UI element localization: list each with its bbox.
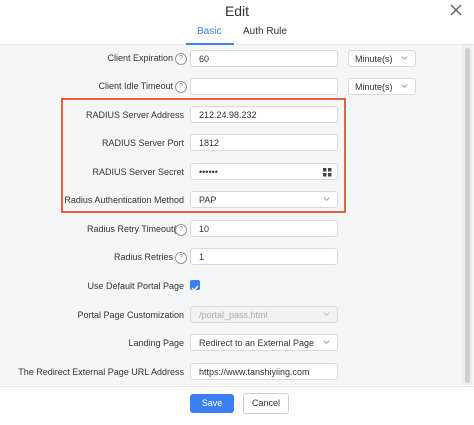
redirect-url-label: The Redirect External Page URL Address (18, 367, 184, 377)
scrollbar-thumb[interactable] (465, 48, 470, 383)
client-expiration-input[interactable]: 60 (190, 50, 338, 67)
radius-retries-input[interactable]: 1 (190, 248, 338, 265)
radius-auth-method-select[interactable]: PAP (190, 191, 338, 208)
chevron-down-icon (323, 197, 330, 202)
portal-customization-value: /portal_pass.html (199, 310, 268, 320)
dialog-footer (0, 386, 474, 425)
help-icon[interactable]: ? (175, 224, 187, 236)
dialog-title: Edit (224, 3, 250, 19)
tab-basic[interactable]: Basic (197, 26, 221, 37)
client-idle-timeout-label: Client Idle Timeout (98, 81, 173, 91)
radius-server-address-input[interactable]: 212.24.98.232 (190, 106, 338, 123)
radius-retries-label: Radius Retries (113, 252, 173, 262)
client-expiration-label: Client Expiration (107, 53, 173, 63)
save-button[interactable]: Save (190, 394, 234, 413)
check-icon (191, 285, 199, 292)
help-icon[interactable]: ? (175, 252, 187, 264)
radius-server-secret-value: •••••• (199, 167, 218, 177)
redirect-url-input[interactable]: https://www.tanshiyiing.com (190, 363, 338, 380)
use-default-portal-label: Use Default Portal Page (87, 281, 184, 291)
chevron-down-icon (323, 312, 330, 317)
chevron-down-icon (323, 340, 330, 345)
landing-page-label: Landing Page (128, 338, 184, 348)
radius-retry-timeout-input[interactable]: 10 (190, 220, 338, 237)
client-expiration-unit-select[interactable]: Minute(s) (348, 50, 416, 67)
radius-server-port-label: RADIUS Server Port (101, 138, 184, 148)
client-idle-timeout-input[interactable] (190, 78, 338, 95)
client-idle-timeout-unit: Minute(s) (355, 82, 393, 92)
cancel-button[interactable]: Cancel (243, 393, 289, 414)
radius-server-address-label: RADIUS Server Address (85, 110, 184, 120)
edit-dialog: Edit Basic Auth Rule Client Expiration ?… (0, 0, 474, 425)
client-idle-timeout-unit-select[interactable]: Minute(s) (348, 78, 416, 95)
tab-auth-rule[interactable]: Auth Rule (243, 26, 287, 37)
grid-icon[interactable] (323, 168, 332, 177)
radius-server-secret-label: RADIUS Server Secret (92, 167, 184, 177)
use-default-portal-checkbox[interactable] (190, 280, 200, 292)
portal-customization-select[interactable]: /portal_pass.html (190, 306, 338, 323)
radius-retry-timeout-label: Radius Retry Timeout(s) (86, 224, 184, 234)
landing-page-value: Redirect to an External Page (199, 338, 315, 348)
radius-auth-method-label: Radius Authentication Method (64, 195, 184, 205)
close-icon[interactable] (448, 2, 464, 18)
chevron-down-icon (401, 56, 408, 61)
help-icon[interactable]: ? (175, 53, 187, 65)
client-expiration-unit: Minute(s) (355, 54, 393, 64)
radius-server-port-input[interactable]: 1812 (190, 134, 338, 151)
radius-auth-method-value: PAP (199, 195, 217, 205)
chevron-down-icon (401, 84, 408, 89)
tab-bar: Basic Auth Rule (0, 24, 474, 45)
landing-page-select[interactable]: Redirect to an External Page (190, 334, 338, 351)
portal-customization-label: Portal Page Customization (77, 310, 184, 320)
radius-server-secret-input[interactable]: •••••• (190, 163, 338, 180)
help-icon[interactable]: ? (175, 81, 187, 93)
